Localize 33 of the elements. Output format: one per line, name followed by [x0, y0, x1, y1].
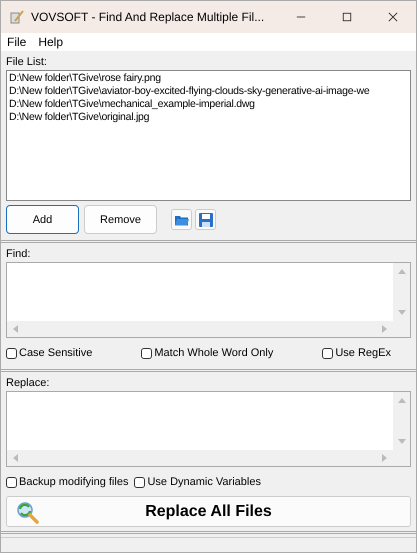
scroll-down-icon[interactable] — [396, 309, 406, 317]
checkbox[interactable]: Case Sensitive — [6, 347, 92, 359]
scroll-down-icon[interactable] — [396, 438, 406, 446]
checkbox[interactable]: Backup modifying files — [6, 476, 128, 488]
open-folder-button[interactable] — [171, 209, 192, 230]
scroll-up-icon[interactable] — [396, 396, 406, 404]
replace-all-button[interactable]: Replace All Files — [6, 496, 411, 527]
scroll-left-icon[interactable] — [11, 453, 19, 463]
scroll-up-icon[interactable] — [396, 267, 406, 275]
find-text-area[interactable] — [6, 262, 411, 338]
field-label: Replace: — [6, 376, 50, 390]
menu-item[interactable]: Help — [38, 35, 64, 49]
scroll-right-icon[interactable] — [381, 324, 389, 334]
window-title: VOVSOFT - Find And Replace Multiple Fil... — [31, 10, 266, 24]
scroll-right-icon[interactable] — [381, 453, 389, 463]
scroll-left-icon[interactable] — [11, 324, 19, 334]
list-item[interactable]: D:\New folder\TGive\rose fairy.png — [9, 72, 408, 85]
checkbox[interactable]: Use Dynamic Variables — [134, 476, 261, 488]
app-icon — [9, 9, 25, 25]
field-label: File List: — [6, 55, 48, 69]
add-button[interactable]: Add — [6, 205, 79, 234]
field-label: Find: — [6, 247, 32, 261]
file-list[interactable]: D:\New folder\TGive\rose fairy.png D:\New folder\TGive\aviator-boy-excited-flying-clouds-sky-generative-ai-image-we D:\New folder\TGive\mechanical_example-imperial.dwg D:\New folder\TGive\original.jpg — [6, 70, 411, 201]
list-item[interactable]: D:\New folder\TGive\mechanical_example-imperial.dwg — [9, 98, 408, 111]
magnifier-icon — [15, 500, 39, 524]
save-button[interactable] — [195, 209, 216, 230]
remove-button[interactable]: Remove — [84, 205, 157, 234]
list-item[interactable]: D:\New folder\TGive\aviator-boy-excited-flying-clouds-sky-generative-ai-image-we — [9, 85, 408, 98]
checkbox[interactable]: Use RegEx — [322, 347, 391, 359]
replace-text-area[interactable] — [6, 391, 411, 467]
menu-item[interactable]: File — [7, 35, 26, 49]
checkbox[interactable]: Match Whole Word Only — [141, 347, 274, 359]
list-item[interactable]: D:\New folder\TGive\original.jpg — [9, 111, 408, 124]
